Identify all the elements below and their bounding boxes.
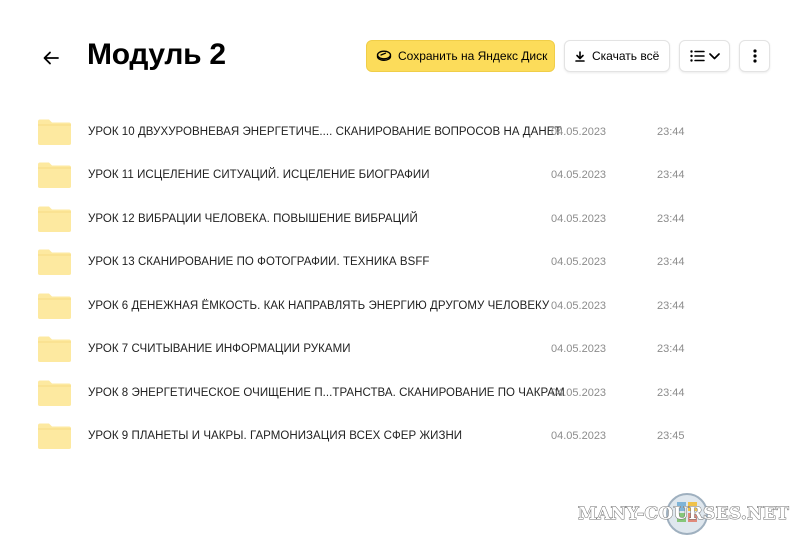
file-date: 04.05.2023 [551, 256, 607, 269]
file-list: УРОК 10 ДВУХУРОВНЕВАЯ ЭНЕРГЕТИЧЕ.... СКА… [37, 110, 737, 458]
watermark: MANY-COURSES.NET [577, 493, 793, 535]
file-date: 04.05.2023 [551, 125, 607, 138]
file-date: 04.05.2023 [551, 386, 607, 399]
page-title: Модуль 2 [87, 38, 226, 71]
file-date: 04.05.2023 [551, 430, 607, 443]
list-item[interactable]: УРОК 8 ЭНЕРГЕТИЧЕСКОЕ ОЧИЩЕНИЕ П...ТРАНС… [37, 371, 737, 415]
file-name: УРОК 6 ДЕНЕЖНАЯ ЁМКОСТЬ. КАК НАПРАВЛЯТЬ … [88, 299, 550, 312]
file-time: 23:44 [657, 212, 685, 225]
file-name: УРОК 11 ИСЦЕЛЕНИЕ СИТУАЦИЙ. ИСЦЕЛЕНИЕ БИ… [88, 169, 430, 182]
toolbar: Сохранить на Яндекс Диск Скачать всё [366, 40, 770, 72]
file-name: УРОК 12 ВИБРАЦИИ ЧЕЛОВЕКА. ПОВЫШЕНИЕ ВИБ… [88, 212, 418, 225]
file-time: 23:45 [657, 430, 685, 443]
folder-icon [37, 161, 72, 189]
view-mode-button[interactable] [679, 40, 730, 72]
file-time: 23:44 [657, 386, 685, 399]
list-item[interactable]: УРОК 10 ДВУХУРОВНЕВАЯ ЭНЕРГЕТИЧЕ.... СКА… [37, 110, 737, 154]
file-date: 04.05.2023 [551, 343, 607, 356]
folder-icon [37, 248, 72, 276]
list-item[interactable]: УРОК 7 СЧИТЫВАНИЕ ИНФОРМАЦИИ РУКАМИ 04.0… [37, 328, 737, 372]
file-date: 04.05.2023 [551, 212, 607, 225]
more-vertical-icon [752, 49, 757, 63]
folder-icon [37, 335, 72, 363]
list-item[interactable]: УРОК 12 ВИБРАЦИИ ЧЕЛОВЕКА. ПОВЫШЕНИЕ ВИБ… [37, 197, 737, 241]
file-time: 23:44 [657, 125, 685, 138]
save-to-disk-button[interactable]: Сохранить на Яндекс Диск [366, 40, 555, 72]
watermark-text: MANY-COURSES.NET [577, 504, 790, 525]
file-name: УРОК 9 ПЛАНЕТЫ И ЧАКРЫ. ГАРМОНИЗАЦИЯ ВСЕ… [88, 430, 463, 443]
file-time: 23:44 [657, 169, 685, 182]
file-time: 23:44 [657, 299, 685, 312]
chevron-down-icon [708, 52, 720, 59]
file-name: УРОК 10 ДВУХУРОВНЕВАЯ ЭНЕРГЕТИЧЕ.... СКА… [88, 125, 562, 138]
disk-icon [376, 50, 392, 62]
file-name: УРОК 7 СЧИТЫВАНИЕ ИНФОРМАЦИИ РУКАМИ [88, 343, 351, 356]
save-button-label: Сохранить на Яндекс Диск [398, 49, 548, 63]
folder-icon [37, 422, 72, 450]
folder-icon [37, 205, 72, 233]
folder-icon [37, 292, 72, 320]
file-date: 04.05.2023 [551, 169, 607, 182]
more-options-button[interactable] [739, 40, 770, 72]
back-button[interactable] [36, 44, 66, 72]
arrow-left-icon [43, 51, 59, 65]
file-name: УРОК 13 СКАНИРОВАНИЕ ПО ФОТОГРАФИИ. ТЕХН… [88, 256, 430, 269]
page: Модуль 2 Сохранить на Яндекс Диск Скачат… [0, 0, 800, 547]
list-item[interactable]: УРОК 9 ПЛАНЕТЫ И ЧАКРЫ. ГАРМОНИЗАЦИЯ ВСЕ… [37, 415, 737, 459]
download-all-button[interactable]: Скачать всё [564, 40, 670, 72]
file-time: 23:44 [657, 343, 685, 356]
list-item[interactable]: УРОК 11 ИСЦЕЛЕНИЕ СИТУАЦИЙ. ИСЦЕЛЕНИЕ БИ… [37, 154, 737, 198]
file-time: 23:44 [657, 256, 685, 269]
download-button-label: Скачать всё [592, 49, 660, 63]
folder-icon [37, 118, 72, 146]
file-date: 04.05.2023 [551, 299, 607, 312]
list-item[interactable]: УРОК 13 СКАНИРОВАНИЕ ПО ФОТОГРАФИИ. ТЕХН… [37, 241, 737, 285]
folder-icon [37, 379, 72, 407]
file-name: УРОК 8 ЭНЕРГЕТИЧЕСКОЕ ОЧИЩЕНИЕ П...ТРАНС… [88, 386, 565, 399]
download-icon [575, 50, 585, 62]
list-view-icon [689, 50, 705, 62]
list-item[interactable]: УРОК 6 ДЕНЕЖНАЯ ЁМКОСТЬ. КАК НАПРАВЛЯТЬ … [37, 284, 737, 328]
